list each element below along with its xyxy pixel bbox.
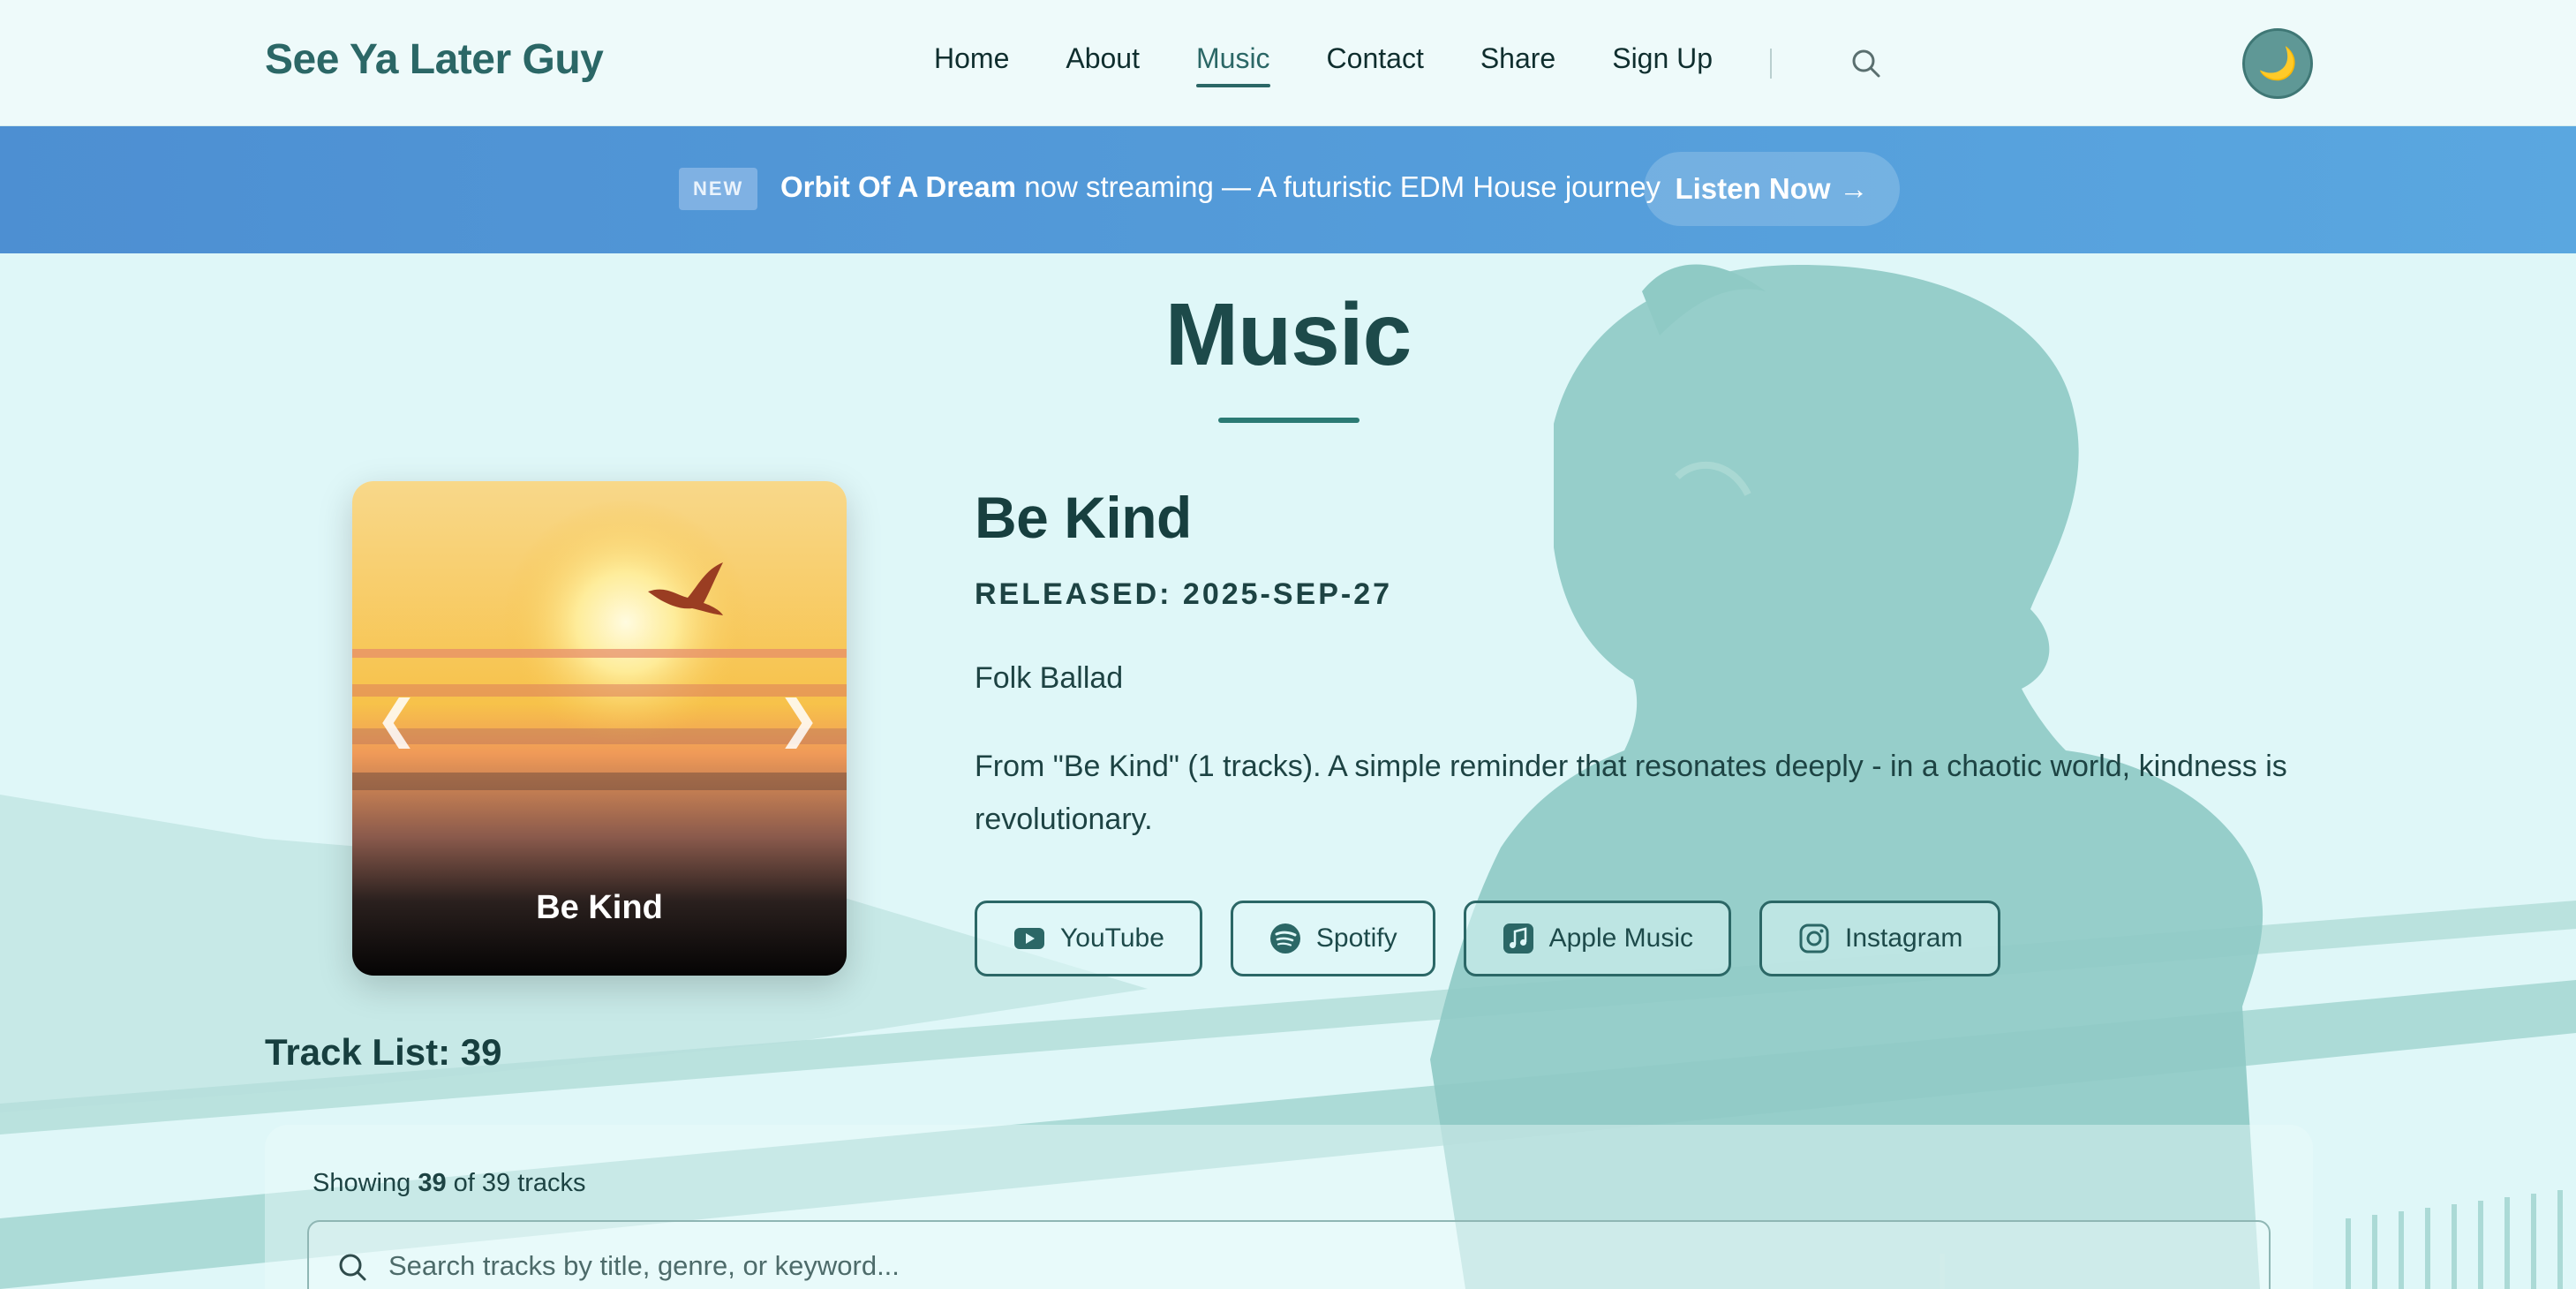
track-search-box [307, 1220, 2271, 1289]
arrow-right-icon: → [1839, 172, 1869, 205]
listen-now-button[interactable]: Listen Now → [1644, 152, 1900, 226]
tracklist-title: Track List: 39 [265, 1031, 502, 1073]
instagram-label: Instagram [1845, 923, 1963, 953]
new-badge: NEW [679, 168, 758, 210]
track-count-prefix: Showing [313, 1169, 418, 1197]
youtube-icon [1014, 928, 1044, 949]
banner-description: now streaming — A futuristic EDM House j… [1016, 170, 1661, 203]
nav-music[interactable]: Music [1195, 42, 1270, 87]
carousel-prev-button[interactable]: ❮ [375, 689, 418, 749]
song-details: Be Kind RELEASED: 2025-SEP-27 Folk Balla… [975, 484, 2334, 846]
banner-highlight: Orbit Of A Dream [780, 170, 1017, 203]
banner-text: Orbit Of A Dream now streaming — A futur… [780, 170, 1661, 204]
nav-divider [1770, 49, 1772, 79]
title-underline [1218, 418, 1360, 423]
nav-sign-up[interactable]: Sign Up [1612, 42, 1713, 87]
apple-music-icon [1503, 923, 1533, 954]
track-count-number: 39 [418, 1169, 447, 1197]
spotify-label: Spotify [1315, 923, 1397, 953]
search-icon [1852, 49, 1880, 78]
youtube-button[interactable]: YouTube [975, 901, 1202, 976]
listen-now-label: Listen Now [1675, 172, 1831, 205]
song-title: Be Kind [975, 485, 1192, 550]
search-button[interactable] [1849, 46, 1884, 81]
moon-icon: 🌙 [2257, 45, 2298, 81]
site-header: See Ya Later Guy Home About Music Contac… [0, 0, 2576, 126]
spotify-button[interactable]: Spotify [1230, 901, 1435, 976]
song-description: From "Be Kind" (1 tracks). A simple remi… [975, 750, 2287, 836]
apple-music-button[interactable]: Apple Music [1463, 901, 1732, 976]
spotify-icon [1269, 923, 1300, 954]
nav-contact[interactable]: Contact [1327, 42, 1424, 87]
announcement-banner: NEW Orbit Of A Dream now streaming — A f… [0, 126, 2576, 253]
cover-caption: Be Kind [536, 889, 663, 926]
track-search-input[interactable] [388, 1240, 2242, 1289]
instagram-icon [1799, 923, 1829, 954]
search-icon [339, 1254, 366, 1281]
album-cover-carousel[interactable]: ❮ ❯ Be Kind [352, 481, 847, 976]
track-count-text: Showing 39 of 39 tracks [313, 1169, 586, 1198]
theme-toggle-button[interactable]: 🌙 [2242, 28, 2313, 99]
youtube-label: YouTube [1060, 923, 1164, 953]
instagram-button[interactable]: Instagram [1759, 901, 2001, 976]
site-logo[interactable]: See Ya Later Guy [265, 35, 604, 84]
release-date: RELEASED: 2025-SEP-27 [975, 577, 1393, 611]
main-nav: Home About Music Contact Share Sign Up [934, 42, 1769, 87]
song-genre: Folk Ballad [975, 661, 1124, 695]
nav-about[interactable]: About [1066, 42, 1140, 87]
platform-links: YouTube Spotify Apple Music Instagram [975, 901, 2001, 976]
nav-home[interactable]: Home [934, 42, 1009, 87]
apple-music-label: Apple Music [1548, 923, 1694, 953]
nav-share[interactable]: Share [1480, 42, 1555, 87]
carousel-next-button[interactable]: ❯ [777, 689, 820, 749]
page-title: Music [1164, 285, 1412, 384]
tracklist-panel: Showing 39 of 39 tracks [265, 1125, 2313, 1289]
track-count-suffix: of 39 tracks [446, 1169, 586, 1197]
